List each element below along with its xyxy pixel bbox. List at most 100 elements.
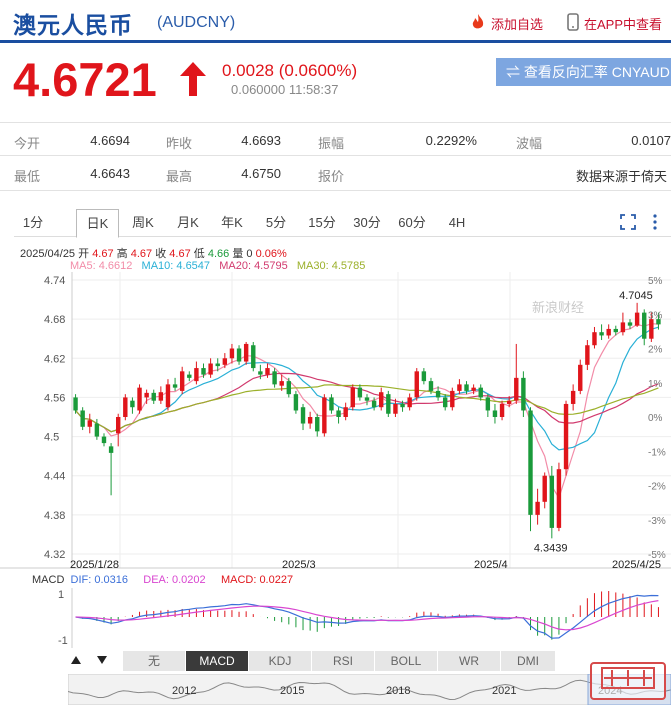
info-pct: 0.06% bbox=[255, 248, 287, 260]
indicator-tab-wr[interactable]: WR bbox=[438, 651, 501, 671]
candle-body bbox=[215, 363, 220, 367]
candle-body bbox=[208, 363, 213, 375]
candle-body bbox=[393, 403, 398, 414]
pct-tick-label: -3% bbox=[648, 516, 666, 527]
app-view-button[interactable]: 在APP中查看 bbox=[567, 13, 662, 34]
tab-60min[interactable]: 60分 bbox=[392, 209, 432, 236]
year-label: 2012 bbox=[172, 685, 196, 697]
info-vol-label: 量 bbox=[232, 248, 244, 260]
stat-amplitude-value: 0.2292% bbox=[425, 133, 477, 148]
candle-body bbox=[87, 420, 92, 427]
price-change: 0.0028 (0.0600%) bbox=[222, 61, 358, 80]
candle-body bbox=[570, 390, 576, 404]
stats-mid-rule bbox=[0, 155, 671, 156]
indicator-tab-kdj[interactable]: KDJ bbox=[249, 651, 312, 671]
candle-body bbox=[407, 397, 412, 408]
candle-body bbox=[386, 394, 391, 414]
app-view-label: 在APP中查看 bbox=[584, 17, 663, 32]
y-tick-label: 4.5 bbox=[44, 432, 59, 444]
indicator-tab-none[interactable]: 无 bbox=[123, 651, 186, 671]
more-options-icon[interactable] bbox=[652, 214, 658, 235]
stat-range-value: 0.0107 bbox=[631, 133, 671, 148]
candle-body bbox=[243, 343, 249, 362]
change-timestamp: 0.060000 11:58:37 bbox=[231, 82, 339, 97]
reverse-rate-button[interactable]: ⇌ 查看反向汇率 CNYAUD bbox=[496, 58, 671, 86]
candle-body bbox=[556, 469, 562, 528]
candle-body bbox=[201, 368, 206, 375]
candle-body bbox=[172, 384, 178, 388]
info-low-label: 低 bbox=[193, 248, 205, 260]
scroll-down-icon[interactable] bbox=[96, 653, 108, 671]
candle-body bbox=[322, 397, 327, 434]
watermark: 新浪财经 bbox=[532, 300, 584, 315]
candle-body bbox=[116, 417, 121, 434]
period-tabs: 1分 日K 周K 月K 年K 5分 15分 30分 60分 4H bbox=[14, 209, 671, 238]
tab-daily-k[interactable]: 日K bbox=[76, 209, 119, 238]
candle-body bbox=[414, 371, 419, 398]
candle-body bbox=[400, 403, 405, 408]
candle-body bbox=[627, 322, 633, 326]
tab-4h[interactable]: 4H bbox=[437, 209, 477, 236]
y-tick-label: 4.62 bbox=[44, 353, 65, 365]
candle-body bbox=[80, 410, 85, 427]
candle-body bbox=[478, 387, 483, 398]
y-tick-label: 4.38 bbox=[44, 510, 65, 522]
tab-30min[interactable]: 30分 bbox=[347, 209, 387, 236]
candle-body bbox=[194, 368, 199, 382]
candle-body bbox=[371, 400, 377, 408]
info-open-label: 开 bbox=[78, 248, 90, 260]
tab-yearly-k[interactable]: 年K bbox=[213, 209, 251, 236]
tab-monthly-k[interactable]: 月K bbox=[169, 209, 207, 236]
tab-weekly-k[interactable]: 周K bbox=[124, 209, 162, 236]
indicator-tab-macd[interactable]: MACD bbox=[186, 651, 249, 671]
stat-quote-label: 报价 bbox=[318, 169, 345, 184]
candle-body bbox=[442, 397, 448, 408]
scroll-up-icon[interactable] bbox=[70, 653, 82, 671]
timeline-scrollbar[interactable]: 20122015201820212024 bbox=[68, 674, 671, 705]
macd-chart: 1 -1 bbox=[58, 588, 659, 648]
candle-body bbox=[428, 381, 434, 391]
candle-body bbox=[421, 371, 427, 382]
ohlc-info: 2025/04/25 开 4.67 高 4.67 收 4.67 低 4.66 量… bbox=[20, 245, 287, 261]
candle-body bbox=[642, 312, 647, 339]
ma20-value: MA20: 4.5795 bbox=[219, 260, 288, 272]
x-tick-label: 2025/4/25 bbox=[612, 559, 661, 571]
candle-body bbox=[130, 400, 135, 408]
ma30-value: MA30: 4.5785 bbox=[296, 260, 366, 272]
candle-body bbox=[364, 397, 370, 401]
candle-body bbox=[599, 332, 604, 336]
indicator-tab-dmi[interactable]: DMI bbox=[501, 651, 556, 671]
symbol-code: (AUDCNY) bbox=[157, 14, 236, 31]
candle-body bbox=[315, 417, 320, 432]
candle-body bbox=[265, 368, 270, 375]
stat-open-label: 今开 bbox=[14, 136, 41, 151]
logo-stamp bbox=[590, 662, 666, 700]
candle-body bbox=[535, 501, 540, 515]
candle-body bbox=[620, 322, 626, 333]
pct-tick-label: 2% bbox=[648, 345, 663, 356]
candle-body bbox=[606, 328, 611, 336]
stat-amplitude-label: 振幅 bbox=[318, 136, 345, 151]
flame-icon bbox=[470, 13, 486, 34]
indicator-tab-boll[interactable]: BOLL bbox=[375, 651, 438, 671]
pct-tick-label: 5% bbox=[648, 276, 663, 287]
fullscreen-icon[interactable] bbox=[620, 214, 636, 235]
low-annotation: 4.3439 bbox=[534, 542, 568, 554]
data-source-note: 数据来源于倚天 bbox=[576, 169, 668, 184]
candle-body bbox=[471, 387, 476, 391]
stats-top-rule bbox=[0, 122, 671, 123]
indicator-tab-rsi[interactable]: RSI bbox=[312, 651, 375, 671]
info-low: 4.66 bbox=[207, 248, 230, 260]
macd-series: 1 -1 bbox=[58, 588, 659, 648]
year-label: 2018 bbox=[386, 685, 410, 697]
tab-15min[interactable]: 15分 bbox=[302, 209, 342, 236]
info-close: 4.67 bbox=[169, 248, 191, 260]
add-favorite-button[interactable]: 添加自选 bbox=[470, 13, 543, 34]
candle-body bbox=[187, 374, 192, 378]
candle-body bbox=[563, 403, 569, 470]
tab-1min[interactable]: 1分 bbox=[14, 209, 52, 236]
pct-tick-label: 1% bbox=[648, 379, 663, 390]
tab-5min[interactable]: 5分 bbox=[257, 209, 295, 236]
y-tick-label: 4.74 bbox=[44, 275, 65, 287]
info-vol: 0 bbox=[246, 248, 253, 260]
